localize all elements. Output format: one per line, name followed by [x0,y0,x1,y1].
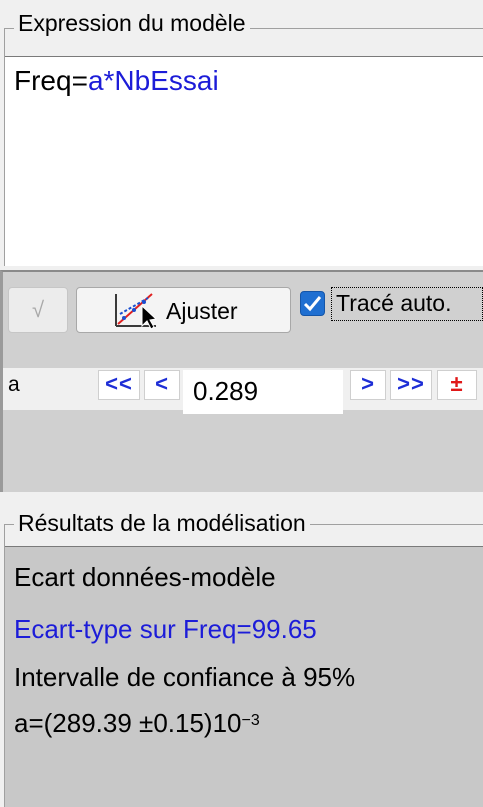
model-expression-text[interactable]: Freq=a*NbEssai [14,64,219,98]
increase-fast-button[interactable]: >> [390,370,432,400]
fit-curve-icon [115,293,158,330]
parameter-name: a [8,373,20,396]
results-deviation-heading: Ecart données-modèle [14,562,276,592]
check-syntax-button[interactable]: √ [8,287,68,333]
auto-plot-checkbox[interactable] [300,291,325,316]
increase-button[interactable]: > [350,370,386,400]
auto-plot-label[interactable]: Tracé auto. [331,287,483,321]
results-title: Résultats de la modélisation [14,508,310,538]
decrease-button[interactable]: < [144,370,180,400]
results-confidence-heading: Intervalle de confiance à 95% [14,662,356,692]
model-expression-title: Expression du modèle [14,8,250,38]
expression-variable: Freq= [14,65,88,96]
decrease-fast-button[interactable]: << [98,370,140,400]
results-std-deviation: Ecart-type sur Freq=99.65 [14,614,317,644]
parameter-value-input[interactable]: 0.289 [183,370,343,414]
results-parameter-interval: a=(289.39 ±0.15)10−3 [14,706,260,740]
uncertainty-button[interactable]: ± [437,370,477,400]
expression-formula: a*NbEssai [87,65,219,96]
checkbox-check-icon [303,296,322,312]
fit-button-label: Ajuster [166,298,238,324]
results-interval-exponent: −3 [241,712,260,729]
results-interval-main: a=(289.39 ±0.15)10 [14,708,242,738]
checkmark-icon: √ [31,297,45,322]
